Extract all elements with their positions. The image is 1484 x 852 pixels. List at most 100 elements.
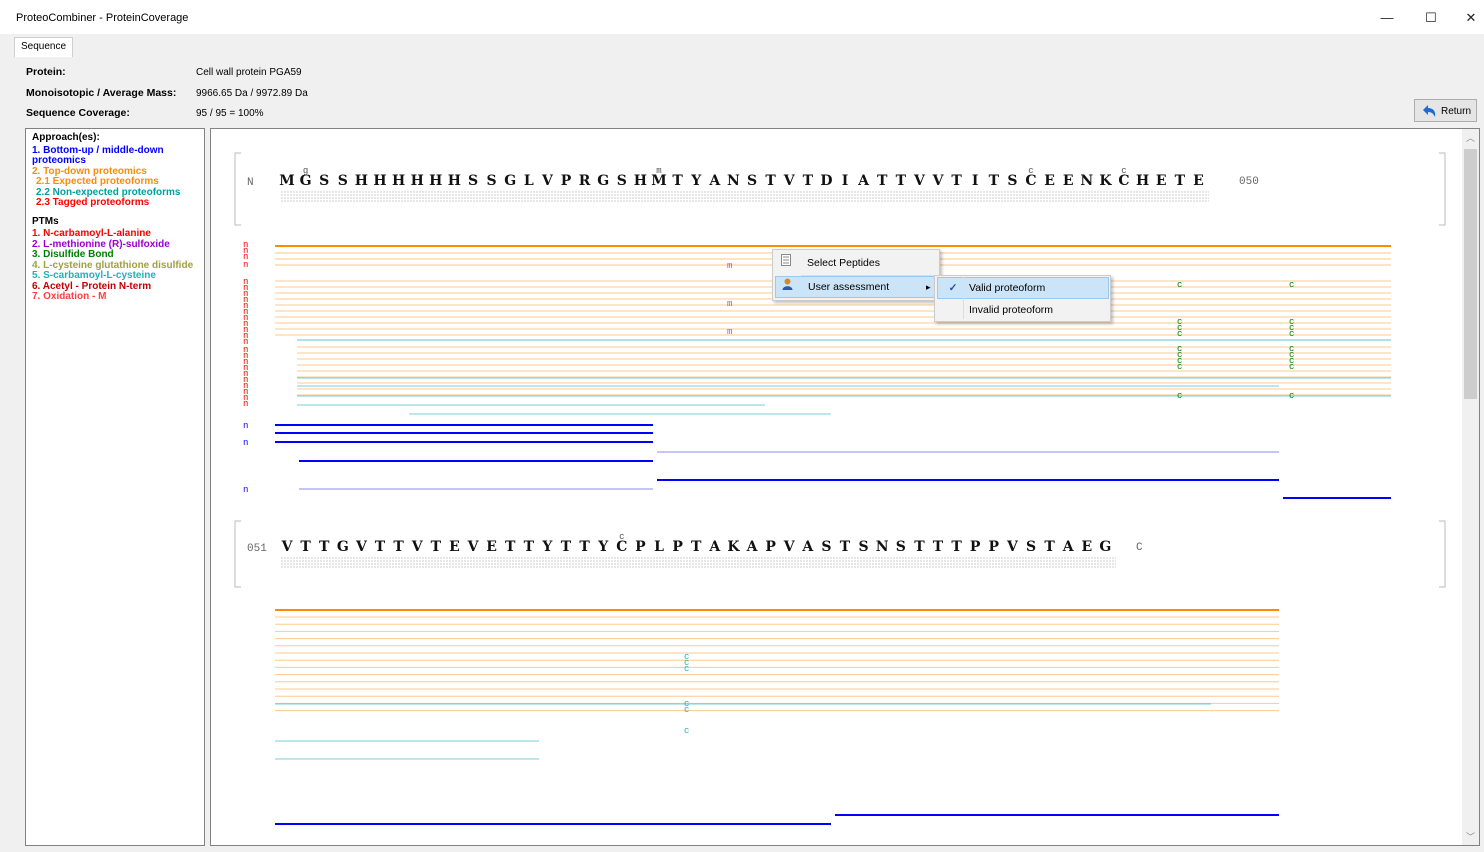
residue: H [1136,173,1149,189]
ptm-list: 1. N-carbamoyl-L-alanine 2. L-methionine … [32,228,198,303]
n-term-marker: n [243,421,248,431]
residue: K [1099,173,1112,189]
menu-item-user-assessment[interactable]: User assessment ▸ [775,276,937,298]
mass-value: 9966.65 Da / 9972.89 Da [196,88,308,99]
residue: A [801,539,814,555]
residue: V [932,173,945,189]
residue: H [373,173,386,189]
coverage-value: 95 / 95 = 100% [196,108,264,119]
cys-marker: c [684,664,689,674]
residue: V [1006,539,1019,555]
residue: Y [597,539,609,555]
approach-legend-item: 2.1 Expected proteoforms [36,176,159,187]
residue: T [765,173,776,189]
cys-marker: c [684,705,689,715]
residue: T [989,173,1000,189]
residue: T [877,173,888,189]
approach-list: 1. Bottom-up / middle-down proteomics 2. … [32,145,198,209]
residue: S [468,173,478,189]
block-bracket-right [1439,520,1446,588]
residue: P [635,539,646,555]
residue: V [355,539,368,555]
residue: P [970,539,981,555]
title-bar: ProteoCombiner - ProteinCoverage — ☐ ✕ [0,0,1484,34]
residue: T [561,539,572,555]
residue: H [355,173,368,189]
met-marker: m [727,261,732,271]
residue: E [486,539,497,555]
residue: T [579,539,590,555]
residue: L [524,173,534,189]
residue: N [1080,173,1093,189]
list-icon [781,252,791,274]
residue: T [524,539,535,555]
residue: S [319,173,329,189]
check-icon: ✓ [948,282,958,294]
tab-sequence[interactable]: Sequence [14,37,74,57]
residue: T [672,173,683,189]
residue: I [842,173,849,189]
return-button[interactable]: Return [1414,99,1477,122]
residue: T [431,539,442,555]
block-bracket-left [234,520,241,588]
protein-label: Protein: [26,66,66,78]
scroll-thumb[interactable] [1464,149,1477,399]
residue: P [561,173,572,189]
residue: T [951,539,962,555]
window-title: ProteoCombiner - ProteinCoverage [16,12,189,24]
valid-proteoform-label: Valid proteoform [969,282,1046,294]
residue: E [1063,173,1074,189]
residue: Y [690,173,702,189]
block-start-label: 051 [247,543,267,555]
residue: P [672,539,683,555]
block-bracket-left [234,152,241,226]
coverage-viewer[interactable]: NMGSSHHHHHHSSGLVPRGSHMTYANSTVTDIATTVVTIT… [210,128,1480,846]
context-menu: Select Peptides User assessment ▸ [772,249,940,301]
residue: E [1156,173,1167,189]
scroll-down-icon[interactable]: ﹀ [1462,830,1479,843]
block-end-label: C [1136,542,1143,554]
residue: T [803,173,814,189]
coverage-label: Sequence Coverage: [26,107,130,119]
close-button[interactable]: ✕ [1456,8,1484,28]
residue: H [392,173,405,189]
met-marker: m [727,299,732,309]
residue: A [708,539,721,555]
user-assessment-label: User assessment [808,281,890,293]
menu-item-select-peptides[interactable]: Select Peptides [773,252,937,274]
residue: T [505,539,516,555]
residue: M [279,173,295,189]
residue: G [1099,539,1111,555]
block-end-label: 050 [1239,176,1259,188]
residue: V [467,539,480,555]
vertical-scrollbar[interactable]: ︿ ﹀ [1462,129,1479,845]
protein-value: Cell wall protein PGA59 [196,67,302,78]
residue: T [393,539,404,555]
cys-marker: c [1177,329,1182,339]
approach-header: Approach(es): [32,132,100,143]
residue: S [617,173,627,189]
residue: A [708,173,721,189]
residue: P [989,539,1000,555]
maximize-button[interactable]: ☐ [1416,8,1446,28]
residue: K [727,539,740,555]
block-bracket-right [1439,152,1446,226]
residue: S [896,539,906,555]
mass-label: Monoisotopic / Average Mass: [26,87,177,99]
residue: T [1175,173,1186,189]
residue: T [896,173,907,189]
residue: R [579,173,591,189]
submenu-arrow-icon: ▸ [926,282,931,292]
undo-arrow-icon [1423,105,1436,117]
residue: V [281,539,294,555]
residue: T [375,539,386,555]
cys-marker: c [1177,391,1182,401]
residue: V [913,173,926,189]
residue: V [411,539,424,555]
n-term-marker: n [243,260,248,270]
n-term-marker: n [243,399,248,409]
residue: S [1007,173,1017,189]
residue: T [933,539,944,555]
scroll-up-icon[interactable]: ︿ [1462,131,1479,144]
minimize-button[interactable]: — [1372,8,1402,28]
